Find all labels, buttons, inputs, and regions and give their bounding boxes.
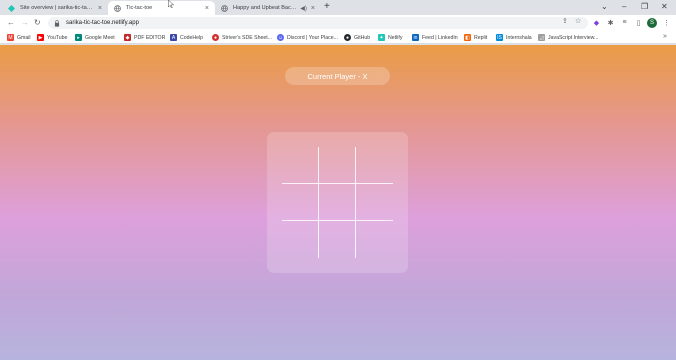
replit-icon: ◧: [464, 34, 471, 41]
netlify-icon: ✦: [378, 34, 385, 41]
tab-background-music[interactable]: Happy and Upbeat Backgro ◀) ×: [215, 1, 321, 15]
meet-icon: ▸: [75, 34, 82, 41]
back-button[interactable]: ←: [7, 18, 15, 27]
tab-tic-tac-toe[interactable]: Tic-tac-toe ×: [108, 1, 215, 15]
share-icon[interactable]: ⇪: [562, 17, 568, 25]
current-player-status: Current Player - X: [285, 67, 390, 85]
bookmark-label: Netlify: [388, 34, 403, 41]
menu-icon[interactable]: ⋮: [662, 18, 671, 27]
mouse-cursor-icon: [168, 0, 174, 8]
bookmark-label: Striver's SDE Sheet...: [222, 34, 273, 41]
close-icon[interactable]: ×: [311, 5, 315, 12]
bookmark-codehelp[interactable]: A CodeHelp: [170, 33, 203, 42]
restore-icon[interactable]: ❐: [641, 2, 648, 11]
internshala-icon: IS: [496, 34, 503, 41]
board-cell[interactable]: [319, 147, 356, 184]
bookmark-label: GitHub: [354, 34, 371, 41]
gmail-icon: M: [7, 34, 14, 41]
bookmark-label: Internshala: [506, 34, 532, 41]
bookmark-star-icon[interactable]: ☆: [575, 17, 581, 25]
bookmark-youtube[interactable]: ▶ YouTube: [37, 33, 67, 42]
tab-site-overview[interactable]: Site overview | sarika-tic-tac-toe ×: [2, 1, 108, 15]
bookmark-label: Gmail: [17, 34, 31, 41]
board-cell[interactable]: [282, 221, 319, 258]
board-cell[interactable]: [356, 184, 393, 221]
bookmark-label: CodeHelp: [180, 34, 204, 41]
codehelp-icon: A: [170, 34, 177, 41]
bookmark-js-interview[interactable]: ◿ JavaScript Interview...: [538, 33, 598, 42]
bookmarks-bar: M Gmail ▶ YouTube ▸ Google Meet ◆ PDF ED…: [0, 31, 676, 44]
board-cell[interactable]: [356, 221, 393, 258]
bookmark-label: PDF EDITOR: [134, 34, 166, 41]
side-panel-icon[interactable]: ▯: [634, 18, 643, 27]
board-cell[interactable]: [356, 147, 393, 184]
js-icon: ◿: [538, 34, 545, 41]
bookmark-pdf-editor[interactable]: ◆ PDF EDITOR: [124, 33, 165, 42]
close-icon[interactable]: ×: [98, 5, 102, 12]
minimize-icon[interactable]: –: [622, 2, 626, 11]
board-cell[interactable]: [282, 184, 319, 221]
speaker-icon[interactable]: ◀): [300, 5, 307, 12]
bookmark-label: Discord | Your Place...: [287, 34, 338, 41]
extension-icon[interactable]: ◆: [592, 18, 601, 27]
address-bar[interactable]: sarika-tic-tac-toe.netlify.app: [48, 17, 588, 29]
github-icon: ●: [344, 34, 351, 41]
bookmark-netlify[interactable]: ✦ Netlify: [378, 33, 402, 42]
tic-tac-toe-board: [267, 132, 408, 273]
tab-title: Tic-tac-toe: [126, 5, 153, 11]
profile-avatar[interactable]: S: [647, 18, 657, 28]
bookmark-label: Feed | LinkedIn: [422, 34, 458, 41]
youtube-icon: ▶: [37, 34, 44, 41]
board-cell[interactable]: [319, 184, 356, 221]
reload-button[interactable]: ↻: [34, 18, 41, 27]
discord-icon: ☺: [277, 34, 284, 41]
bookmark-label: Google Meet: [85, 34, 115, 41]
bookmark-label: YouTube: [47, 34, 68, 41]
bookmark-github[interactable]: ● GitHub: [344, 33, 370, 42]
bookmark-discord[interactable]: ☺ Discord | Your Place...: [277, 33, 338, 42]
forward-button[interactable]: →: [21, 18, 29, 27]
media-control-icon[interactable]: ≡: [620, 18, 629, 27]
browser-toolbar: ← → ↻ sarika-tic-tac-toe.netlify.app ⇪ ☆…: [0, 15, 676, 31]
bookmark-google-meet[interactable]: ▸ Google Meet: [75, 33, 115, 42]
bookmark-replit[interactable]: ◧ Replit: [464, 33, 487, 42]
lock-icon: [54, 19, 60, 27]
more-bookmarks-icon[interactable]: »: [663, 33, 667, 40]
bookmark-striver[interactable]: ● Striver's SDE Sheet...: [212, 33, 272, 42]
tab-strip: Site overview | sarika-tic-tac-toe × Tic…: [0, 0, 676, 15]
board-cell[interactable]: [319, 221, 356, 258]
bookmark-gmail[interactable]: M Gmail: [7, 33, 31, 42]
netlify-icon: [8, 4, 15, 12]
new-tab-button[interactable]: +: [324, 2, 330, 12]
bookmark-label: Replit: [474, 34, 488, 41]
window-close-icon[interactable]: ✕: [661, 2, 668, 11]
board-cell[interactable]: [282, 147, 319, 184]
bookmark-internshala[interactable]: IS Internshala: [496, 33, 532, 42]
striver-icon: ●: [212, 34, 219, 41]
pdf-icon: ◆: [124, 34, 131, 41]
close-icon[interactable]: ×: [205, 5, 209, 12]
tab-search-icon[interactable]: ⌄: [601, 2, 608, 11]
tab-title: Happy and Upbeat Backgro: [233, 5, 299, 11]
page-content: Current Player - X: [0, 45, 676, 360]
url-text: sarika-tic-tac-toe.netlify.app: [66, 20, 139, 26]
linkedin-icon: in: [412, 34, 419, 41]
tab-title: Site overview | sarika-tic-tac-toe: [20, 5, 94, 11]
board-grid: [282, 147, 393, 258]
bookmark-label: JavaScript Interview...: [548, 34, 599, 41]
puzzle-icon[interactable]: ✱: [606, 18, 615, 27]
globe-icon: [114, 4, 121, 12]
globe-icon: [221, 4, 228, 12]
bookmark-linkedin[interactable]: in Feed | LinkedIn: [412, 33, 458, 42]
